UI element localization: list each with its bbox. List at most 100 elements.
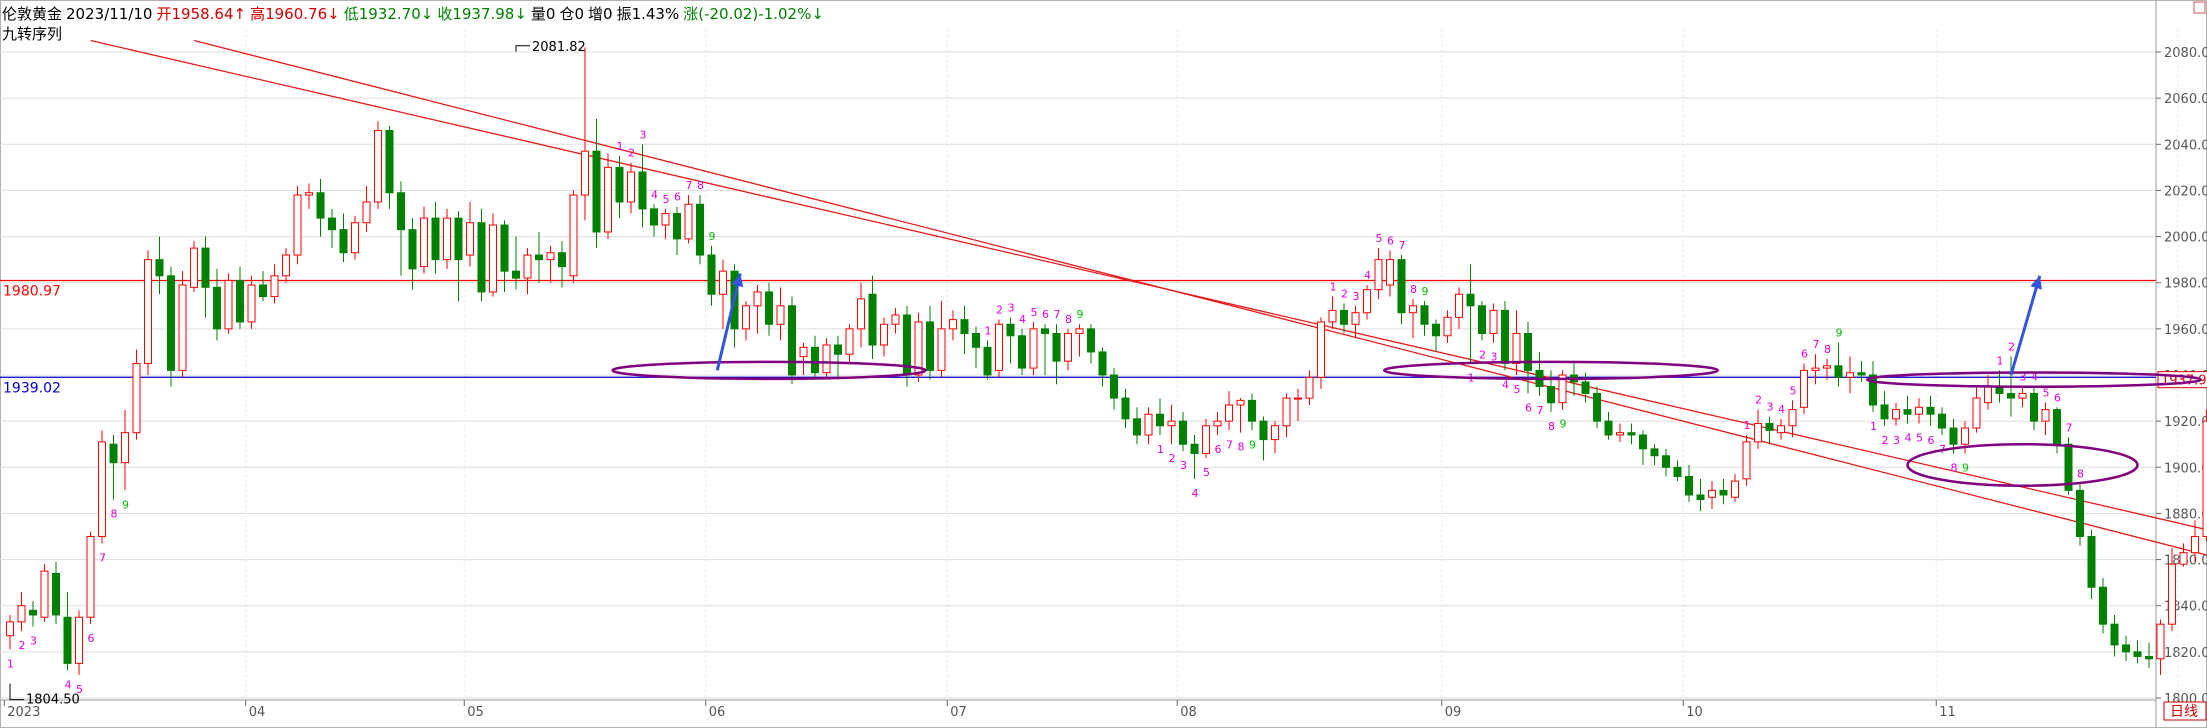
candle-body bbox=[1317, 321, 1325, 378]
candle-body bbox=[1811, 367, 1820, 371]
candle-body bbox=[1915, 406, 1923, 415]
y-tick-label: 1960.00 bbox=[2164, 323, 2207, 338]
candle-body bbox=[1167, 420, 1176, 427]
y-tick-label: 2040.00 bbox=[2164, 138, 2207, 153]
candle-body bbox=[2041, 409, 2050, 422]
candle-body bbox=[2122, 644, 2130, 653]
candle-body bbox=[834, 344, 842, 355]
candle-body bbox=[293, 194, 302, 256]
candle-body bbox=[661, 213, 670, 226]
candle-body bbox=[1443, 316, 1452, 337]
td-count: 8 bbox=[1065, 313, 1072, 326]
x-tick-label: 04 bbox=[249, 705, 266, 720]
candle-body bbox=[1581, 381, 1590, 394]
candle-body bbox=[1616, 432, 1624, 436]
candle-body bbox=[891, 314, 900, 325]
candle-body bbox=[500, 224, 509, 272]
candle-body bbox=[1604, 420, 1613, 436]
candle-body bbox=[650, 208, 658, 226]
candle-body bbox=[512, 270, 520, 279]
td-count: 9 bbox=[1560, 418, 1567, 431]
candle-body bbox=[2202, 420, 2207, 537]
candle-body bbox=[937, 328, 946, 371]
candle-body bbox=[1834, 365, 1843, 378]
candle-body bbox=[190, 247, 198, 288]
window-button bbox=[2193, 1, 2206, 14]
td-count: 8 bbox=[1410, 283, 1417, 296]
candle-body bbox=[960, 319, 969, 334]
candle-body bbox=[1282, 397, 1291, 427]
candle-body bbox=[1639, 434, 1647, 450]
candle-body bbox=[1627, 432, 1636, 436]
td-count: 5 bbox=[663, 193, 670, 206]
td-count: 4 bbox=[65, 678, 72, 691]
candle-body bbox=[1328, 309, 1337, 323]
candle-body bbox=[443, 217, 451, 261]
candle-body bbox=[1478, 305, 1486, 334]
candle-body bbox=[17, 605, 26, 623]
candle-body bbox=[1788, 409, 1797, 427]
candle-body bbox=[673, 213, 681, 240]
td-count: 6 bbox=[674, 191, 681, 204]
candle-body bbox=[1754, 422, 1762, 443]
candle-body bbox=[29, 609, 37, 616]
candle-body bbox=[385, 129, 394, 194]
candle-body bbox=[1765, 422, 1774, 431]
td-count: 7 bbox=[1399, 239, 1406, 252]
x-tick-label: 07 bbox=[950, 705, 967, 720]
candle-body bbox=[1075, 328, 1084, 334]
td-count: 2 bbox=[1882, 434, 1889, 447]
candle-body bbox=[1777, 425, 1785, 434]
candle-body bbox=[454, 217, 463, 261]
td-count: 8 bbox=[111, 508, 118, 521]
low-marker bbox=[9, 683, 24, 701]
candle-body bbox=[753, 291, 762, 307]
y-tick-label: 1880.00 bbox=[2164, 507, 2207, 522]
candle-body bbox=[420, 217, 428, 268]
td-count: 2 bbox=[1755, 394, 1762, 407]
candle-body bbox=[535, 254, 543, 261]
candle-body bbox=[811, 346, 819, 374]
candle-body bbox=[1926, 406, 1935, 415]
candle-body bbox=[1144, 413, 1153, 436]
candle-body bbox=[627, 171, 635, 203]
td-count: 6 bbox=[1801, 347, 1808, 360]
candle-body bbox=[868, 293, 877, 346]
candle-body bbox=[1213, 420, 1222, 427]
td-count: 5 bbox=[1376, 232, 1383, 245]
td-count: 7 bbox=[1813, 338, 1820, 351]
candlestick-chart[interactable]: 2080.00 2060.00 2040.00 2020.00 2000.00 1980.… bbox=[0, 0, 2207, 728]
candle-body bbox=[1880, 404, 1889, 420]
candle-body bbox=[132, 362, 141, 434]
td-count: 2 bbox=[1169, 452, 1176, 465]
td-count: 4 bbox=[651, 188, 658, 201]
level-label: 1980.97 bbox=[3, 283, 61, 299]
candle-body bbox=[1018, 335, 1026, 369]
candle-body bbox=[75, 616, 83, 664]
td-count: 3 bbox=[1893, 434, 1900, 447]
level-label: 1939.02 bbox=[3, 380, 61, 396]
td-count: 8 bbox=[1951, 461, 1958, 474]
candle-body bbox=[1110, 374, 1118, 399]
candle-body bbox=[1685, 476, 1693, 496]
candle-body bbox=[351, 222, 359, 254]
candle-body bbox=[684, 203, 693, 240]
candle-body bbox=[374, 129, 382, 203]
td-count: 2 bbox=[996, 304, 1003, 317]
td-count: 1 bbox=[617, 140, 624, 153]
candle-body bbox=[236, 279, 244, 323]
candle-body bbox=[569, 194, 578, 277]
td-count: 3 bbox=[1767, 401, 1774, 414]
candle-body bbox=[466, 222, 474, 256]
candle-body bbox=[546, 252, 555, 261]
td-count: 4 bbox=[1905, 431, 1912, 444]
candle-body bbox=[178, 284, 187, 371]
candle-body bbox=[2018, 392, 2027, 399]
candle-body bbox=[1006, 323, 1015, 337]
candle-body bbox=[40, 570, 49, 618]
candle-body bbox=[2191, 536, 2199, 554]
high-annotation: 2081.82 bbox=[532, 40, 586, 55]
td-count: 6 bbox=[2054, 391, 2061, 404]
candle-body bbox=[328, 217, 336, 231]
candle-body bbox=[638, 171, 647, 210]
